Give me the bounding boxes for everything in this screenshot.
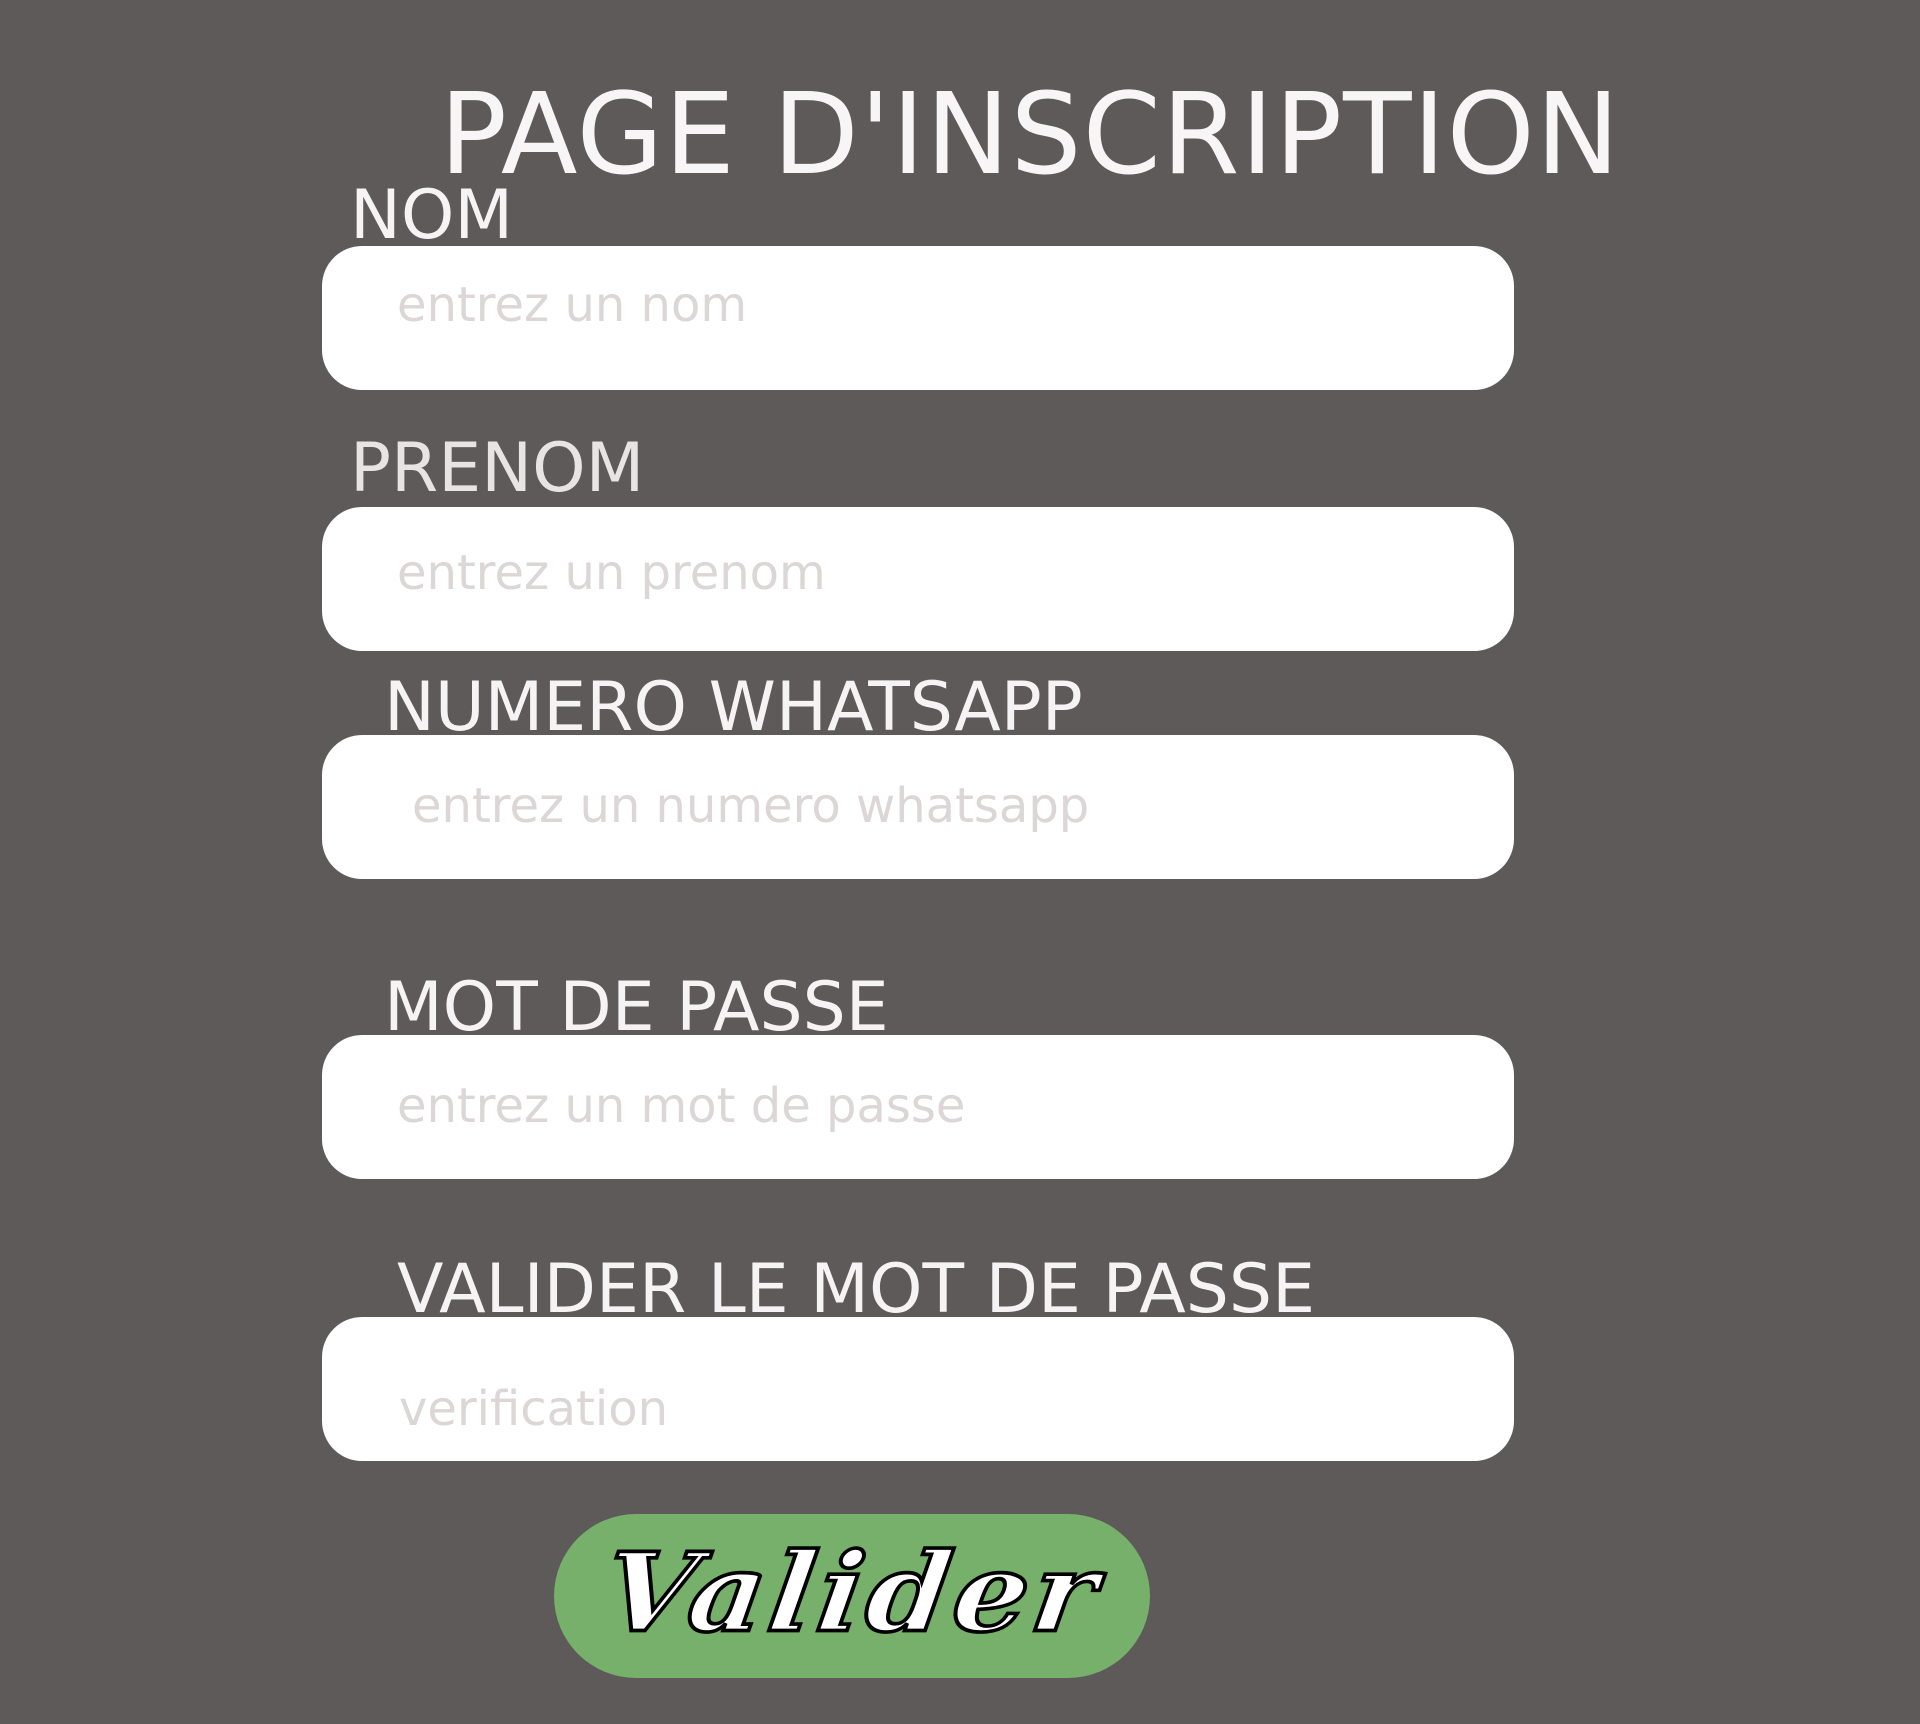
confirm-password-label: VALIDER LE MOT DE PASSE: [397, 1250, 1316, 1329]
whatsapp-number-input[interactable]: [322, 735, 1514, 879]
confirm-password-input[interactable]: [322, 1317, 1514, 1461]
password-label: MOT DE PASSE: [384, 968, 889, 1047]
prenom-label: PRENOM: [350, 429, 645, 508]
submit-button[interactable]: Valider: [554, 1514, 1150, 1678]
whatsapp-number-label: NUMERO WHATSAPP: [384, 668, 1083, 747]
nom-label: NOM: [350, 176, 514, 255]
nom-input[interactable]: [322, 246, 1514, 390]
page-title: PAGE D'INSCRIPTION: [439, 70, 1621, 201]
submit-button-label: Valider: [594, 1527, 1110, 1659]
prenom-input[interactable]: [322, 507, 1514, 651]
password-input[interactable]: [322, 1035, 1514, 1179]
